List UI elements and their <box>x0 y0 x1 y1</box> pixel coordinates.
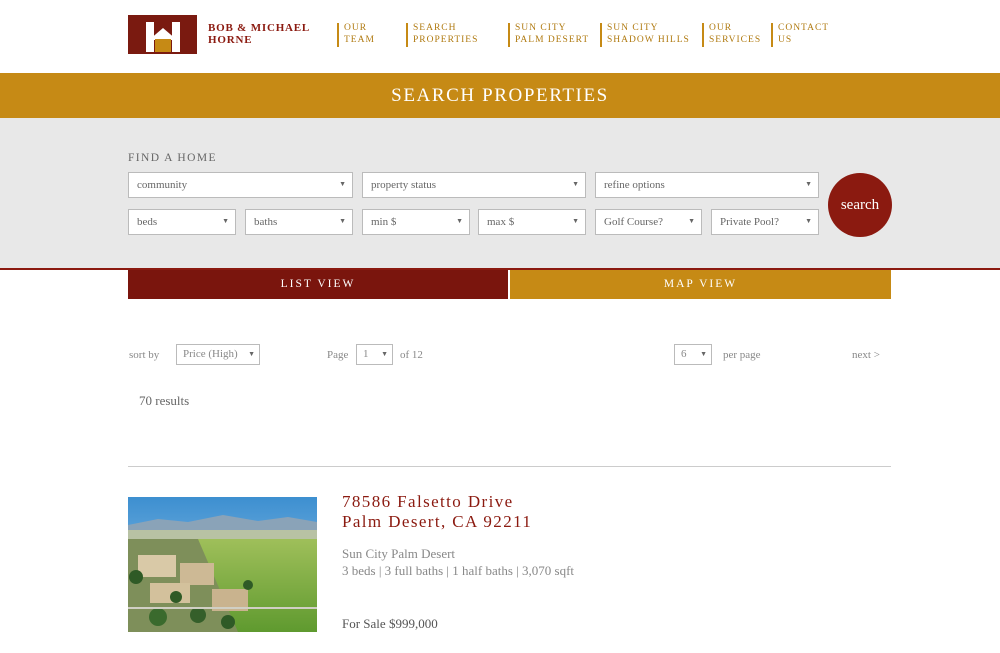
nav-item-label: OUR <box>709 23 733 33</box>
listing-details: 3 beds | 3 full baths | 1 half baths | 3… <box>342 563 575 578</box>
nav-item-label: CONTACT <box>778 23 830 33</box>
next-page-link[interactable]: next > <box>852 349 880 361</box>
property-status-select[interactable]: property status ▼ <box>362 172 586 198</box>
results-count: 70 results <box>139 393 190 408</box>
max-price-select-value: max $ <box>487 216 515 228</box>
page-count: of 12 <box>400 349 423 361</box>
tab-list-view[interactable]: LIST VIEW <box>128 270 508 299</box>
page-select-value: 1 <box>363 348 369 360</box>
per-page-label: per page <box>723 349 761 361</box>
nav-item-label: US <box>778 34 793 45</box>
per-page-select-value: 6 <box>681 348 687 360</box>
nav-item-label: SUN CITY <box>607 23 659 33</box>
nav-item-sun-city-shadow-hills[interactable]: SUN CITY SHADOW HILLS <box>600 23 690 47</box>
site-header: BOB & MICHAEL HORNE OUR TEAM SEARCH PROP… <box>0 0 1000 73</box>
listing-address-line2: Palm Desert, CA 92211 <box>342 512 533 531</box>
baths-select[interactable]: baths ▼ <box>245 209 353 235</box>
chevron-down-icon: ▼ <box>381 350 388 358</box>
nav-item-label: PALM DESERT <box>515 34 590 45</box>
page-banner: SEARCH PROPERTIES <box>0 73 1000 118</box>
sort-by-label: sort by <box>129 349 160 361</box>
refine-options-select-value: refine options <box>604 179 665 191</box>
nav-item-sun-city-palm-desert[interactable]: SUN CITY PALM DESERT <box>508 23 589 47</box>
max-price-select[interactable]: max $ ▼ <box>478 209 586 235</box>
community-select[interactable]: community ▼ <box>128 172 353 198</box>
chevron-down-icon: ▼ <box>222 217 229 225</box>
baths-select-value: baths <box>254 216 278 228</box>
page-select[interactable]: 1 ▼ <box>356 344 393 365</box>
listing-address-line1: 78586 Falsetto Drive <box>342 492 514 511</box>
golf-course-select[interactable]: Golf Course? ▼ <box>595 209 702 235</box>
property-aerial-image <box>128 497 317 632</box>
house-icon <box>146 22 180 52</box>
tab-map-view[interactable]: MAP VIEW <box>510 270 891 299</box>
listing-address[interactable]: 78586 Falsetto Drive Palm Desert, CA 922… <box>342 492 532 532</box>
chevron-down-icon: ▼ <box>688 217 695 225</box>
chevron-down-icon: ▼ <box>700 350 707 358</box>
nav-item-label: TEAM <box>344 34 375 45</box>
private-pool-select-value: Private Pool? <box>720 216 779 228</box>
private-pool-select[interactable]: Private Pool? ▼ <box>711 209 819 235</box>
property-status-select-value: property status <box>371 179 437 191</box>
community-select-value: community <box>137 179 188 191</box>
chevron-down-icon: ▼ <box>339 180 346 188</box>
nav-item-label: SEARCH <box>413 23 457 33</box>
find-home-label: FIND A HOME <box>128 152 217 164</box>
beds-select-value: beds <box>137 216 158 228</box>
nav-item-search-properties[interactable]: SEARCH PROPERTIES <box>406 23 478 47</box>
nav-item-label: OUR <box>344 23 368 33</box>
chevron-down-icon: ▼ <box>572 217 579 225</box>
nav-item-our-team[interactable]: OUR TEAM <box>337 23 375 47</box>
brand-name-line1: BOB & MICHAEL <box>208 22 311 34</box>
nav-item-label: SHADOW HILLS <box>607 34 690 45</box>
min-price-select[interactable]: min $ ▼ <box>362 209 470 235</box>
brand-name-line2: HORNE <box>208 34 253 46</box>
nav-item-label: PROPERTIES <box>413 34 479 45</box>
beds-select[interactable]: beds ▼ <box>128 209 236 235</box>
search-button[interactable]: search <box>828 173 892 237</box>
chevron-down-icon: ▼ <box>572 180 579 188</box>
search-panel: FIND A HOME community ▼ property status … <box>0 118 1000 270</box>
chevron-down-icon: ▼ <box>339 217 346 225</box>
nav-item-contact-us[interactable]: CONTACT US <box>771 23 829 47</box>
min-price-select-value: min $ <box>371 216 397 228</box>
chevron-down-icon: ▼ <box>456 217 463 225</box>
page-label: Page <box>327 349 349 361</box>
listing-community: Sun City Palm Desert <box>342 546 456 561</box>
chevron-down-icon: ▼ <box>248 350 255 358</box>
nav-item-label: SUN CITY <box>515 23 567 33</box>
chevron-down-icon: ▼ <box>805 180 812 188</box>
golf-course-select-value: Golf Course? <box>604 216 663 228</box>
property-photo[interactable] <box>128 497 317 632</box>
per-page-select[interactable]: 6 ▼ <box>674 344 712 365</box>
refine-options-select[interactable]: refine options ▼ <box>595 172 819 198</box>
listing-price: For Sale $999,000 <box>342 616 438 631</box>
page-title: SEARCH PROPERTIES <box>391 85 609 106</box>
brand-name[interactable]: BOB & MICHAEL HORNE <box>208 22 310 46</box>
logo[interactable] <box>128 15 197 54</box>
nav-item-our-services[interactable]: OUR SERVICES <box>702 23 761 47</box>
nav-item-label: SERVICES <box>709 34 762 45</box>
sort-select[interactable]: Price (High) ▼ <box>176 344 260 365</box>
sort-select-value: Price (High) <box>183 348 238 360</box>
chevron-down-icon: ▼ <box>805 217 812 225</box>
divider <box>128 466 891 467</box>
